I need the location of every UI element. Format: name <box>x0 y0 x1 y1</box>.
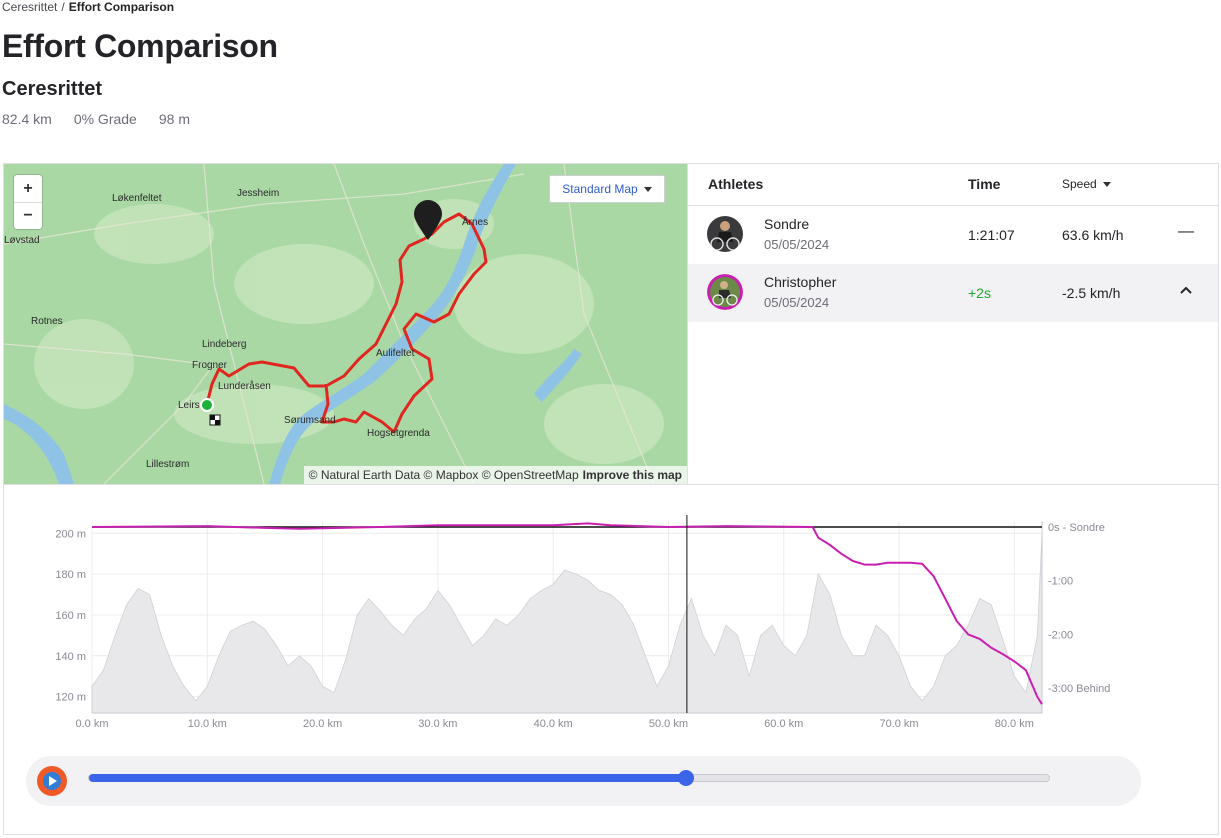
map-attribution: © Natural Earth Data © Mapbox © OpenStre… <box>303 466 687 484</box>
athletes-table-header: Athletes Time Speed <box>688 164 1218 206</box>
x-tick-label: 40.0 km <box>534 718 573 730</box>
athlete-row[interactable]: Christopher 05/05/2024 +2s -2.5 km/h <box>688 264 1218 322</box>
map-label: Frogner <box>192 360 228 371</box>
athlete-date: 05/05/2024 <box>764 237 830 252</box>
map-label: Lindeberg <box>202 339 246 350</box>
dash-icon[interactable]: — <box>1178 223 1194 241</box>
map-label: Jessheim <box>237 188 279 199</box>
athletes-table: Athletes Time Speed Sondre 05/05/2024 1:… <box>687 164 1218 484</box>
athlete-time-diff: +2s <box>968 285 991 301</box>
athlete-speed-diff: -2.5 km/h <box>1062 285 1121 301</box>
segment-distance: 82.4 km <box>2 111 52 127</box>
segment-elevation: 98 m <box>158 111 190 127</box>
playback-slider[interactable] <box>88 770 1050 786</box>
route-map[interactable]: Løkenfeltet Jessheim Løvstad Rotnes Lind… <box>4 164 687 484</box>
attribution-text: © Natural Earth Data © Mapbox © OpenStre… <box>308 468 579 482</box>
map-style-label: Standard Map <box>562 182 638 196</box>
segment-stats: 82.4 km 0% Grade 98 m <box>2 111 190 127</box>
map-label: Hogsetgrenda <box>367 428 430 439</box>
right-tick-label: -2:00 <box>1048 629 1073 641</box>
map-label: Lillestrøm <box>146 459 189 470</box>
map-label: Løkenfeltet <box>112 193 162 204</box>
map-label: Lunderåsen <box>218 380 271 392</box>
map-label: Løvstad <box>4 235 40 246</box>
segment-grade: 0% Grade <box>73 111 137 127</box>
y-tick-label: 140 m <box>55 651 86 663</box>
map-label: Rotnes <box>31 316 63 327</box>
breadcrumb: Ceresrittet / Effort Comparison <box>2 0 174 14</box>
athlete-name[interactable]: Christopher <box>764 274 836 290</box>
x-tick-label: 80.0 km <box>995 718 1034 730</box>
right-tick-label: -1:00 <box>1048 576 1073 588</box>
y-tick-label: 200 m <box>55 528 86 540</box>
athlete-time: 1:21:07 <box>968 227 1015 243</box>
playback-handle[interactable] <box>678 770 695 786</box>
map-label: Sørumsand <box>284 415 336 426</box>
zoom-in-button[interactable]: + <box>14 175 42 202</box>
col-speed-header: Speed <box>1062 177 1097 191</box>
chevron-down-icon <box>1102 181 1111 187</box>
play-button[interactable] <box>37 766 67 796</box>
improve-map-link[interactable]: Improve this map <box>583 468 682 482</box>
effort-chart[interactable]: 0.0 km 10.0 km 20.0 km 30.0 km 40.0 km 50.0 k… <box>4 484 1218 834</box>
segment-name: Ceresrittet <box>2 78 103 100</box>
comparison-panel: Løkenfeltet Jessheim Løvstad Rotnes Lind… <box>3 163 1219 835</box>
col-speed-sort-dropdown[interactable]: Speed <box>1062 177 1111 191</box>
athlete-speed: 63.6 km/h <box>1062 227 1124 243</box>
x-tick-label: 30.0 km <box>418 718 457 730</box>
x-tick-label: 60.0 km <box>764 718 803 730</box>
chevron-up-icon[interactable] <box>1178 281 1194 299</box>
breadcrumb-parent-link[interactable]: Ceresrittet <box>2 0 57 14</box>
x-tick-label: 70.0 km <box>879 718 918 730</box>
breadcrumb-current: Effort Comparison <box>68 0 175 14</box>
athlete-date: 05/05/2024 <box>764 295 830 310</box>
map-style-dropdown[interactable]: Standard Map <box>549 175 665 203</box>
x-tick-label: 0.0 km <box>75 718 108 730</box>
y-tick-label: 180 m <box>55 569 86 581</box>
map-label: Aulifeltet <box>376 348 415 359</box>
map-canvas: Løkenfeltet Jessheim Løvstad Rotnes Lind… <box>4 164 687 484</box>
right-tick-label: -3:00 Behind <box>1048 683 1110 695</box>
y-tick-label: 160 m <box>55 610 86 622</box>
x-tick-label: 10.0 km <box>188 718 227 730</box>
page-title: Effort Comparison <box>2 28 278 64</box>
elevation-chart-canvas: 0.0 km 10.0 km 20.0 km 30.0 km 40.0 km 50.0 k… <box>55 515 1110 730</box>
y-tick-label: 120 m <box>55 692 86 704</box>
x-tick-label: 20.0 km <box>303 718 342 730</box>
athlete-name[interactable]: Sondre <box>764 216 809 232</box>
zoom-out-button[interactable]: − <box>14 202 42 229</box>
chevron-down-icon <box>643 186 652 192</box>
avatar[interactable] <box>707 274 743 310</box>
right-tick-label: 0s - Sondre <box>1048 522 1105 534</box>
zoom-controls: + − <box>14 175 42 229</box>
playback-bar <box>26 756 1141 806</box>
col-athletes-header: Athletes <box>708 176 764 192</box>
start-marker-icon <box>200 398 214 412</box>
col-time-header: Time <box>968 176 1001 192</box>
play-icon <box>43 772 61 790</box>
breadcrumb-separator: / <box>61 0 65 14</box>
x-tick-label: 50.0 km <box>649 718 688 730</box>
map-label: Årnes <box>462 215 488 228</box>
finish-flag-icon <box>209 414 221 426</box>
avatar[interactable] <box>707 216 743 252</box>
map-label: Leirs <box>178 400 200 411</box>
athlete-row[interactable]: Sondre 05/05/2024 1:21:07 63.6 km/h — <box>688 206 1218 264</box>
playback-progress <box>89 774 687 782</box>
